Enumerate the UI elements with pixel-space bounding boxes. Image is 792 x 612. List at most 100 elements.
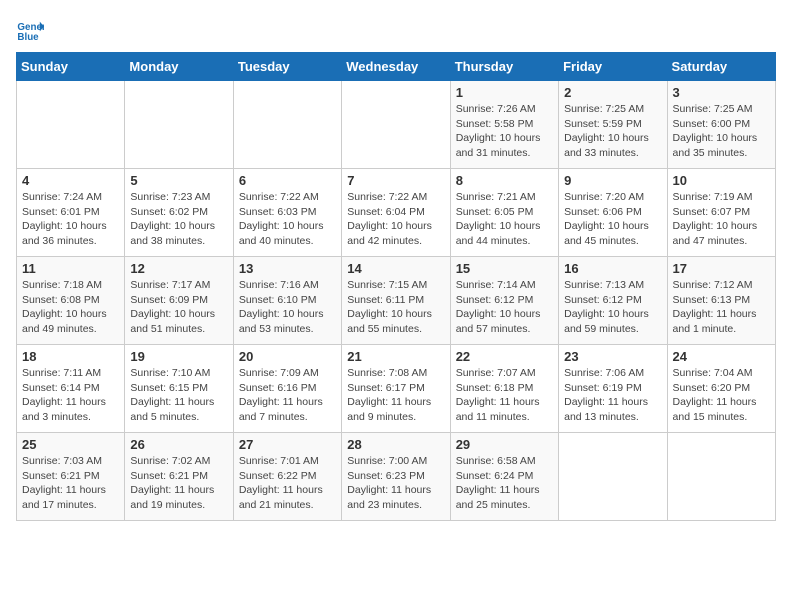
day-number: 19 — [130, 349, 227, 364]
day-info: Sunrise: 7:25 AM Sunset: 5:59 PM Dayligh… — [564, 102, 661, 161]
day-info: Sunrise: 7:18 AM Sunset: 6:08 PM Dayligh… — [22, 278, 119, 337]
day-cell: 24 Sunrise: 7:04 AM Sunset: 6:20 PM Dayli… — [667, 345, 775, 433]
svg-text:Blue: Blue — [17, 32, 39, 43]
day-info: Sunrise: 7:12 AM Sunset: 6:13 PM Dayligh… — [673, 278, 770, 337]
day-number: 26 — [130, 437, 227, 452]
day-number: 3 — [673, 85, 770, 100]
day-info: Sunrise: 7:11 AM Sunset: 6:14 PM Dayligh… — [22, 366, 119, 425]
day-cell: 21 Sunrise: 7:08 AM Sunset: 6:17 PM Dayli… — [342, 345, 450, 433]
day-number: 29 — [456, 437, 553, 452]
day-cell: 27 Sunrise: 7:01 AM Sunset: 6:22 PM Dayli… — [233, 433, 341, 521]
day-cell: 14 Sunrise: 7:15 AM Sunset: 6:11 PM Dayli… — [342, 257, 450, 345]
day-cell: 26 Sunrise: 7:02 AM Sunset: 6:21 PM Dayli… — [125, 433, 233, 521]
day-cell: 28 Sunrise: 7:00 AM Sunset: 6:23 PM Dayli… — [342, 433, 450, 521]
day-number: 7 — [347, 173, 444, 188]
day-number: 15 — [456, 261, 553, 276]
day-info: Sunrise: 7:17 AM Sunset: 6:09 PM Dayligh… — [130, 278, 227, 337]
day-cell: 15 Sunrise: 7:14 AM Sunset: 6:12 PM Dayli… — [450, 257, 558, 345]
header-cell: Sunday — [17, 53, 125, 81]
day-number: 13 — [239, 261, 336, 276]
day-number: 16 — [564, 261, 661, 276]
day-cell: 4 Sunrise: 7:24 AM Sunset: 6:01 PM Daylig… — [17, 169, 125, 257]
day-number: 1 — [456, 85, 553, 100]
header-row: SundayMondayTuesdayWednesdayThursdayFrid… — [17, 53, 776, 81]
day-cell: 17 Sunrise: 7:12 AM Sunset: 6:13 PM Dayli… — [667, 257, 775, 345]
day-number: 5 — [130, 173, 227, 188]
day-cell: 12 Sunrise: 7:17 AM Sunset: 6:09 PM Dayli… — [125, 257, 233, 345]
day-info: Sunrise: 7:25 AM Sunset: 6:00 PM Dayligh… — [673, 102, 770, 161]
day-info: Sunrise: 7:21 AM Sunset: 6:05 PM Dayligh… — [456, 190, 553, 249]
day-number: 4 — [22, 173, 119, 188]
day-number: 25 — [22, 437, 119, 452]
day-info: Sunrise: 7:02 AM Sunset: 6:21 PM Dayligh… — [130, 454, 227, 513]
day-info: Sunrise: 7:24 AM Sunset: 6:01 PM Dayligh… — [22, 190, 119, 249]
day-cell: 22Sunrise: 7:07 AM Sunset: 6:18 PM Dayli… — [450, 345, 558, 433]
day-number: 9 — [564, 173, 661, 188]
day-cell — [17, 81, 125, 169]
day-info: Sunrise: 7:16 AM Sunset: 6:10 PM Dayligh… — [239, 278, 336, 337]
day-number: 8 — [456, 173, 553, 188]
day-cell — [667, 433, 775, 521]
day-cell: 18 Sunrise: 7:11 AM Sunset: 6:14 PM Dayli… — [17, 345, 125, 433]
calendar-table: SundayMondayTuesdayWednesdayThursdayFrid… — [16, 52, 776, 521]
day-info: Sunrise: 7:15 AM Sunset: 6:11 PM Dayligh… — [347, 278, 444, 337]
header-cell: Friday — [559, 53, 667, 81]
day-cell: 10 Sunrise: 7:19 AM Sunset: 6:07 PM Dayli… — [667, 169, 775, 257]
day-info: Sunrise: 7:13 AM Sunset: 6:12 PM Dayligh… — [564, 278, 661, 337]
header-cell: Wednesday — [342, 53, 450, 81]
day-info: Sunrise: 7:04 AM Sunset: 6:20 PM Dayligh… — [673, 366, 770, 425]
day-info: Sunrise: 7:08 AM Sunset: 6:17 PM Dayligh… — [347, 366, 444, 425]
day-info: Sunrise: 7:09 AM Sunset: 6:16 PM Dayligh… — [239, 366, 336, 425]
day-number: 17 — [673, 261, 770, 276]
day-cell: 9 Sunrise: 7:20 AM Sunset: 6:06 PM Daylig… — [559, 169, 667, 257]
day-cell: 1 Sunrise: 7:26 AM Sunset: 5:58 PM Daylig… — [450, 81, 558, 169]
day-cell: 3 Sunrise: 7:25 AM Sunset: 6:00 PM Daylig… — [667, 81, 775, 169]
day-number: 24 — [673, 349, 770, 364]
day-cell: 7 Sunrise: 7:22 AM Sunset: 6:04 PM Daylig… — [342, 169, 450, 257]
day-cell: 6 Sunrise: 7:22 AM Sunset: 6:03 PM Daylig… — [233, 169, 341, 257]
day-info: Sunrise: 7:01 AM Sunset: 6:22 PM Dayligh… — [239, 454, 336, 513]
day-info: Sunrise: 7:20 AM Sunset: 6:06 PM Dayligh… — [564, 190, 661, 249]
day-number: 10 — [673, 173, 770, 188]
week-row: 1 Sunrise: 7:26 AM Sunset: 5:58 PM Daylig… — [17, 81, 776, 169]
day-cell: 2Sunrise: 7:25 AM Sunset: 5:59 PM Daylig… — [559, 81, 667, 169]
day-info: Sunrise: 7:10 AM Sunset: 6:15 PM Dayligh… — [130, 366, 227, 425]
day-number: 28 — [347, 437, 444, 452]
day-info: Sunrise: 7:22 AM Sunset: 6:03 PM Dayligh… — [239, 190, 336, 249]
day-info: Sunrise: 7:19 AM Sunset: 6:07 PM Dayligh… — [673, 190, 770, 249]
day-number: 23 — [564, 349, 661, 364]
day-info: Sunrise: 7:00 AM Sunset: 6:23 PM Dayligh… — [347, 454, 444, 513]
day-cell: 16 Sunrise: 7:13 AM Sunset: 6:12 PM Dayli… — [559, 257, 667, 345]
page-header: General Blue — [16, 16, 776, 44]
header-cell: Saturday — [667, 53, 775, 81]
day-cell: 19 Sunrise: 7:10 AM Sunset: 6:15 PM Dayli… — [125, 345, 233, 433]
week-row: 25Sunrise: 7:03 AM Sunset: 6:21 PM Dayli… — [17, 433, 776, 521]
day-number: 14 — [347, 261, 444, 276]
day-number: 18 — [22, 349, 119, 364]
logo: General Blue — [16, 16, 48, 44]
day-number: 27 — [239, 437, 336, 452]
day-number: 20 — [239, 349, 336, 364]
day-number: 11 — [22, 261, 119, 276]
day-number: 12 — [130, 261, 227, 276]
day-cell: 8 Sunrise: 7:21 AM Sunset: 6:05 PM Daylig… — [450, 169, 558, 257]
day-info: Sunrise: 7:26 AM Sunset: 5:58 PM Dayligh… — [456, 102, 553, 161]
week-row: 18 Sunrise: 7:11 AM Sunset: 6:14 PM Dayli… — [17, 345, 776, 433]
day-cell: 5Sunrise: 7:23 AM Sunset: 6:02 PM Daylig… — [125, 169, 233, 257]
day-info: Sunrise: 7:14 AM Sunset: 6:12 PM Dayligh… — [456, 278, 553, 337]
header-cell: Monday — [125, 53, 233, 81]
day-info: Sunrise: 6:58 AM Sunset: 6:24 PM Dayligh… — [456, 454, 553, 513]
day-cell — [559, 433, 667, 521]
day-cell: 13 Sunrise: 7:16 AM Sunset: 6:10 PM Dayli… — [233, 257, 341, 345]
week-row: 11 Sunrise: 7:18 AM Sunset: 6:08 PM Dayli… — [17, 257, 776, 345]
day-info: Sunrise: 7:07 AM Sunset: 6:18 PM Dayligh… — [456, 366, 553, 425]
day-number: 21 — [347, 349, 444, 364]
day-cell: 29 Sunrise: 6:58 AM Sunset: 6:24 PM Dayli… — [450, 433, 558, 521]
header-cell: Thursday — [450, 53, 558, 81]
day-cell: 25Sunrise: 7:03 AM Sunset: 6:21 PM Dayli… — [17, 433, 125, 521]
day-cell: 20 Sunrise: 7:09 AM Sunset: 6:16 PM Dayli… — [233, 345, 341, 433]
day-number: 6 — [239, 173, 336, 188]
day-cell: 23 Sunrise: 7:06 AM Sunset: 6:19 PM Dayli… — [559, 345, 667, 433]
day-info: Sunrise: 7:22 AM Sunset: 6:04 PM Dayligh… — [347, 190, 444, 249]
day-info: Sunrise: 7:06 AM Sunset: 6:19 PM Dayligh… — [564, 366, 661, 425]
